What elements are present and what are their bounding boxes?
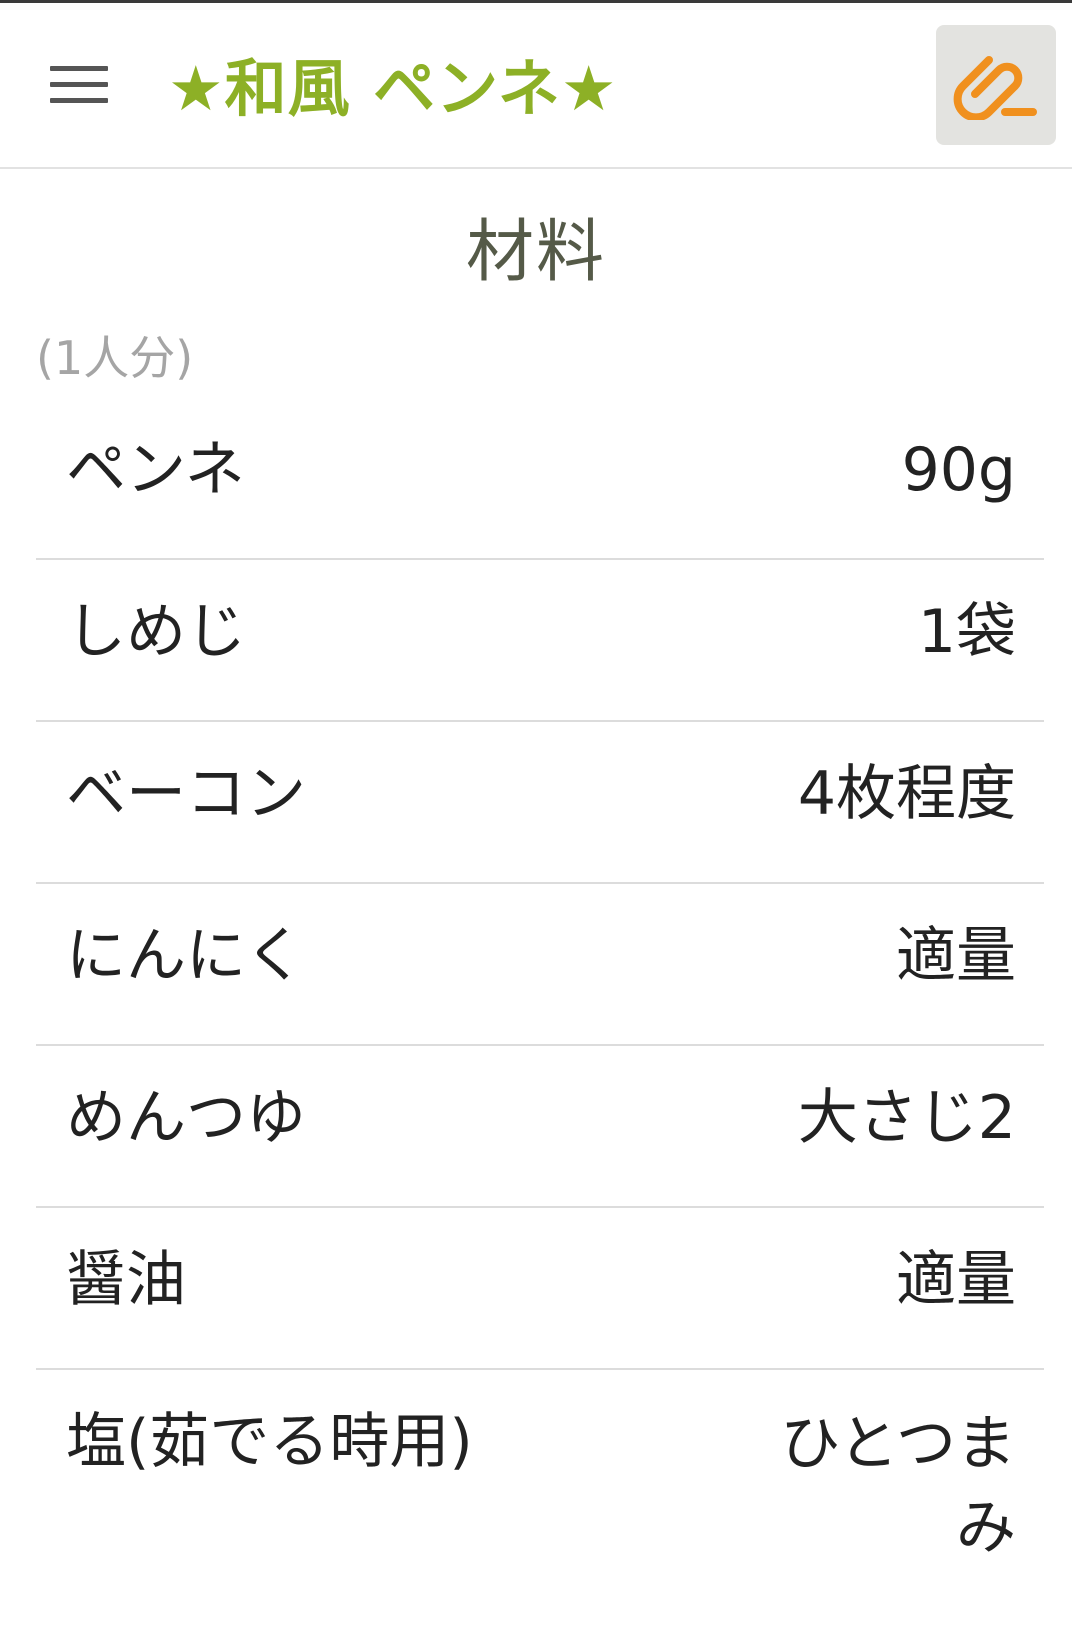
- paperclip-icon: [953, 56, 1037, 120]
- hamburger-line: [50, 81, 108, 87]
- ingredient-quantity: 適量: [896, 921, 1016, 991]
- ingredient-row: ペンネ 90g: [36, 398, 1044, 560]
- ingredient-name: にんにく: [66, 921, 305, 991]
- ingredients-heading: 材料: [465, 213, 606, 292]
- menu-button[interactable]: [50, 57, 114, 111]
- ingredient-row: しめじ 1袋: [36, 560, 1044, 722]
- ingredient-quantity: 1袋: [917, 597, 1016, 667]
- ingredient-name: めんつゆ: [66, 1083, 306, 1153]
- ingredient-row: ベーコン 4枚程度: [36, 722, 1044, 884]
- ingredient-row: めんつゆ 大さじ2: [36, 1046, 1044, 1208]
- ingredient-name: 醤油: [66, 1245, 186, 1315]
- ingredient-row: 醤油 適量: [36, 1208, 1044, 1370]
- ingredients-list: ペンネ 90g しめじ 1袋 ベーコン 4枚程度 にんにく 適量 めんつゆ 大さ…: [36, 398, 1044, 1600]
- hamburger-line: [50, 97, 108, 103]
- ingredient-name: ベーコン: [66, 759, 306, 829]
- ingredient-name: 塩(茹でる時用): [66, 1407, 473, 1477]
- ingredient-quantity: ひとつまみ: [780, 1409, 1016, 1563]
- ingredient-quantity: 大さじ2: [797, 1083, 1016, 1153]
- app-header: ★和風 ペンネ★: [0, 3, 1072, 169]
- ingredient-name: ペンネ: [66, 435, 245, 505]
- clip-button[interactable]: [936, 25, 1056, 145]
- ingredient-quantity: 90g: [901, 435, 1016, 505]
- hamburger-menu-icon: [50, 65, 108, 71]
- ingredient-row: 塩(茹でる時用) ひとつまみ: [36, 1370, 1044, 1600]
- ingredient-quantity: 4枚程度: [797, 759, 1016, 829]
- ingredient-quantity: 適量: [896, 1245, 1016, 1315]
- servings-label: (1人分): [36, 331, 194, 385]
- recipe-title: ★和風 ペンネ★: [168, 52, 618, 125]
- ingredient-name: しめじ: [66, 597, 246, 667]
- ingredient-row: にんにく 適量: [36, 884, 1044, 1046]
